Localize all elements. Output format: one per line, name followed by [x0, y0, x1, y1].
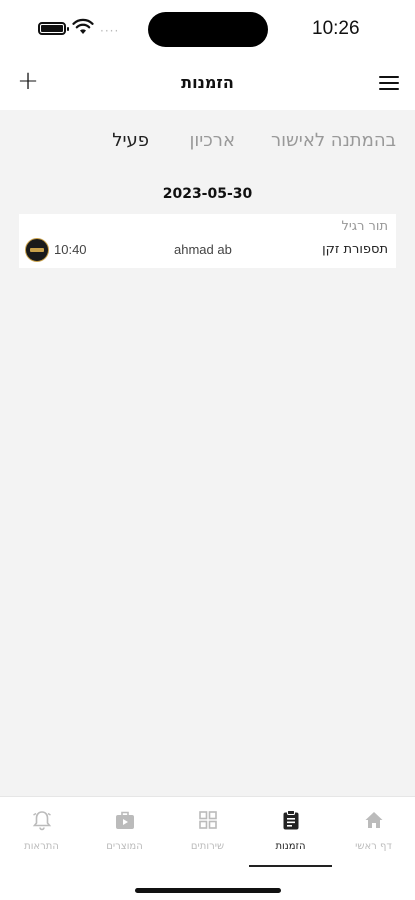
nav-home[interactable]: דף ראשי: [332, 797, 415, 869]
nav-services[interactable]: שירותים: [166, 797, 249, 869]
avatar: [25, 238, 49, 262]
nav-services-label: שירותים: [190, 841, 225, 852]
tab-active[interactable]: פעיל: [112, 130, 149, 151]
nav-notifications[interactable]: התראות: [0, 797, 83, 869]
booking-type: תור רגיל: [341, 219, 388, 234]
booking-card[interactable]: תור רגיל תספורת זקן ahmad ab 10:40: [19, 214, 396, 268]
booking-time: 10:40: [54, 242, 87, 257]
wifi-icon: [72, 18, 94, 34]
hamburger-menu-icon[interactable]: [379, 76, 399, 92]
booking-service: תספורת זקן: [322, 242, 388, 257]
clipboard-icon: [283, 810, 298, 830]
cellular-signal-icon: ····: [100, 24, 120, 38]
home-icon: [365, 812, 382, 828]
bell-icon: [32, 811, 51, 831]
booking-tabs: בהמתנה לאישור ארכיון פעיל: [0, 130, 415, 160]
bottom-navigation: התראות המוצרים שירותים הזמנות דף ראשי: [0, 796, 415, 900]
tab-archive[interactable]: ארכיון: [189, 130, 235, 151]
nav-notifications-label: התראות: [24, 841, 59, 852]
nav-products-label: המוצרים: [106, 841, 143, 852]
battery-icon: [38, 22, 69, 35]
nav-bookings[interactable]: הזמנות: [249, 797, 332, 869]
page-title: הזמנות: [181, 73, 234, 92]
nav-products[interactable]: המוצרים: [83, 797, 166, 869]
shopping-bag-icon: [115, 811, 134, 829]
app-header: + הזמנות: [0, 58, 415, 110]
dynamic-island: [148, 12, 268, 47]
active-tab-indicator: [249, 865, 332, 867]
tab-pending-approval[interactable]: בהמתנה לאישור: [271, 130, 396, 151]
date-heading: 2023-05-30: [162, 186, 253, 202]
grid-icon: [198, 811, 217, 829]
nav-home-label: דף ראשי: [355, 841, 392, 852]
status-time: 10:26: [312, 18, 360, 39]
bookings-content: בהמתנה לאישור ארכיון פעיל 2023-05-30 תור…: [0, 110, 415, 796]
home-indicator: [135, 888, 281, 893]
nav-bookings-label: הזמנות: [275, 841, 306, 852]
booking-customer: ahmad ab: [174, 242, 232, 257]
status-bar: ···· 10:26: [0, 0, 415, 58]
